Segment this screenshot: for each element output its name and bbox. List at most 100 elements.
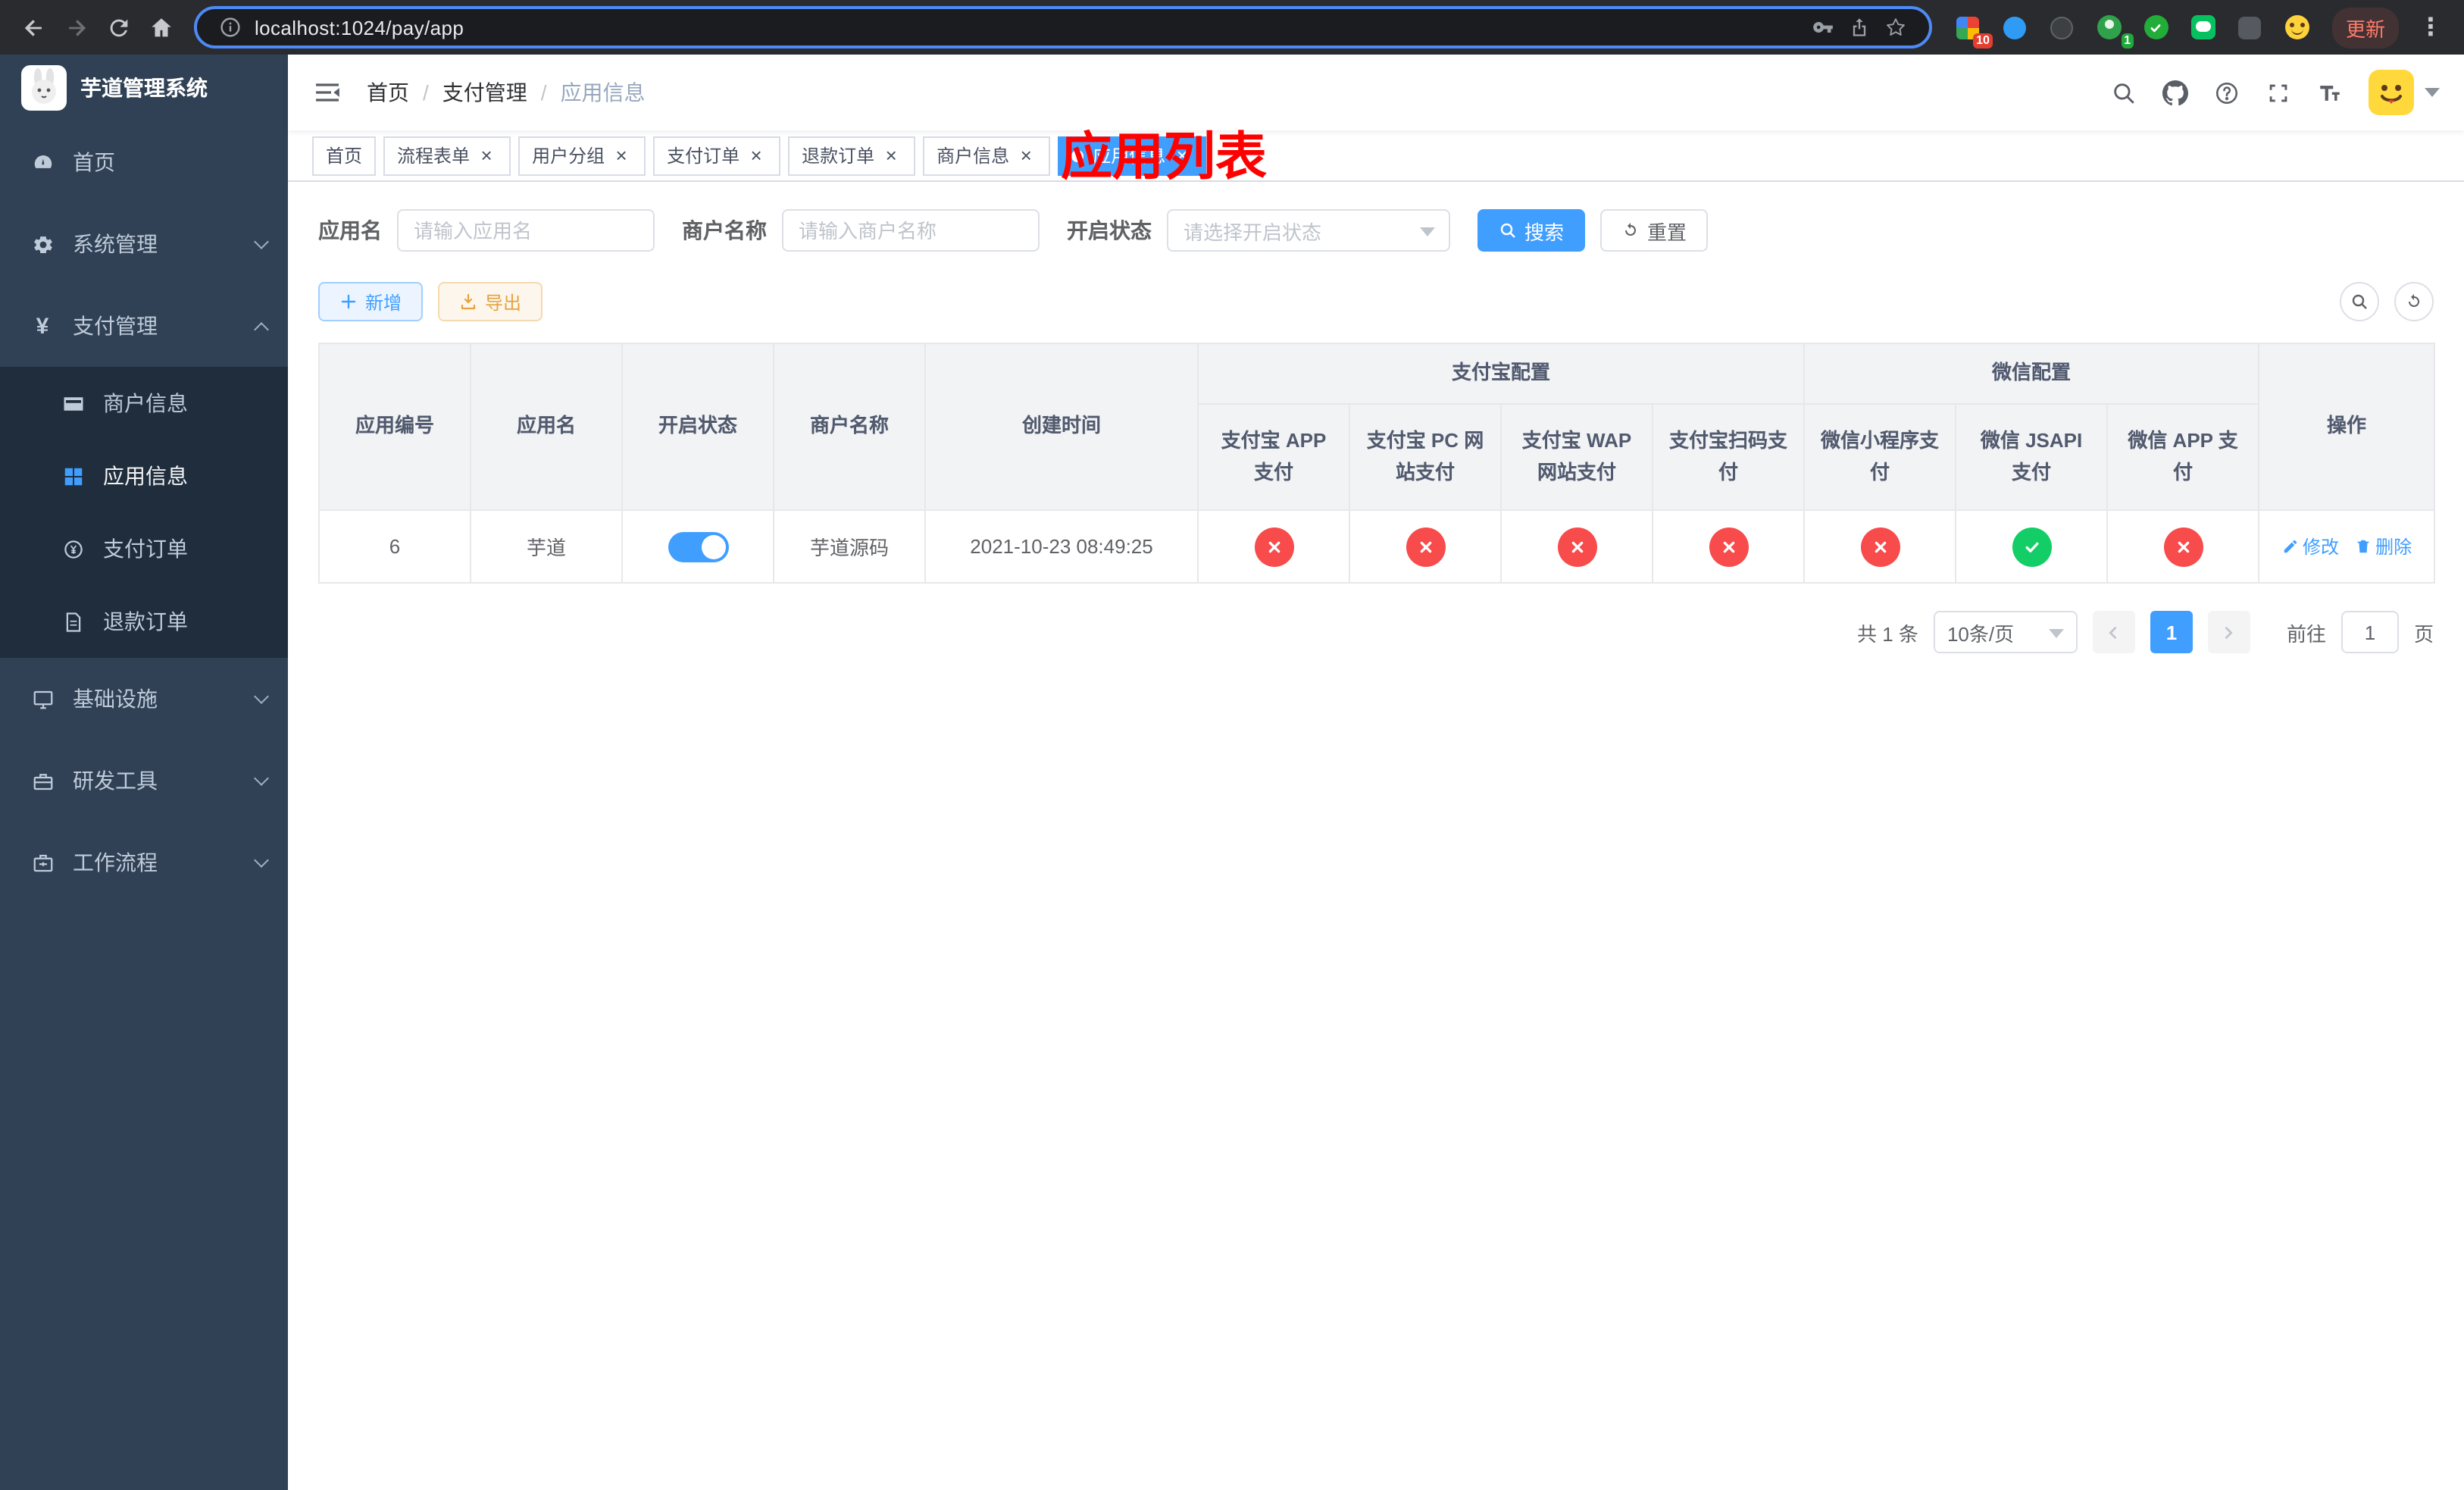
next-page-button[interactable] bbox=[2207, 611, 2250, 653]
status-select[interactable]: 请选择开启状态 bbox=[1167, 209, 1450, 252]
status-wechat-mini-icon bbox=[1860, 527, 1900, 566]
col-alipay-qr: 支付宝扫码支付 bbox=[1651, 403, 1806, 511]
search-icon[interactable] bbox=[2111, 80, 2137, 105]
extension-dark-icon[interactable] bbox=[2044, 9, 2081, 45]
export-button[interactable]: 导出 bbox=[438, 282, 543, 321]
bookmark-star-icon[interactable] bbox=[1885, 17, 1906, 38]
sidebar-item-pay-order[interactable]: 支付订单 bbox=[0, 512, 288, 585]
col-wechat-app: 微信 APP 支付 bbox=[2106, 403, 2260, 511]
prev-page-button[interactable] bbox=[2092, 611, 2135, 653]
page-size-select[interactable]: 10条/页 bbox=[1933, 611, 2078, 653]
fullscreen-icon[interactable] bbox=[2265, 80, 2291, 105]
tab-refund-order[interactable]: 退款订单 × bbox=[788, 136, 916, 175]
close-icon[interactable]: × bbox=[476, 145, 497, 166]
tab-home[interactable]: 首页 bbox=[312, 136, 377, 175]
refresh-icon[interactable] bbox=[2394, 282, 2434, 321]
site-info-icon[interactable] bbox=[220, 17, 241, 38]
address-bar[interactable]: localhost:1024/pay/app bbox=[194, 6, 1932, 49]
caret-down-icon bbox=[2425, 88, 2440, 97]
browser-update-button[interactable]: 更新 bbox=[2331, 7, 2399, 48]
font-size-icon[interactable] bbox=[2317, 80, 2343, 105]
logo-image bbox=[21, 65, 67, 111]
cell-app-id: 6 bbox=[318, 509, 471, 584]
close-icon[interactable]: × bbox=[746, 145, 767, 166]
gear-icon bbox=[30, 232, 55, 256]
col-app-id: 应用编号 bbox=[318, 343, 471, 511]
cell-created: 2021-10-23 08:49:25 bbox=[924, 509, 1199, 584]
sidebar-item-payment[interactable]: ¥ 支付管理 bbox=[0, 285, 288, 367]
col-merchant: 商户名称 bbox=[773, 343, 926, 511]
status-alipay-qr-icon bbox=[1709, 527, 1748, 566]
extension-check-icon[interactable] bbox=[2138, 9, 2175, 45]
delete-link[interactable]: 删除 bbox=[2354, 534, 2412, 559]
sidebar-item-workflow[interactable]: 工作流程 bbox=[0, 822, 288, 903]
tabs-bar: 首页 流程表单 × 用户分组 × 支付订单 × 退款订单 × 商户信息 × 应用… bbox=[288, 130, 2464, 182]
extension-emoji-icon[interactable] bbox=[2279, 9, 2315, 45]
status-label: 开启状态 bbox=[1067, 218, 1152, 243]
sidebar-item-infrastructure[interactable]: 基础设施 bbox=[0, 658, 288, 740]
col-wechat-jsapi: 微信 JSAPI 支付 bbox=[1955, 403, 2109, 511]
browser-menu-icon[interactable]: ⋮ bbox=[2409, 12, 2452, 42]
edit-link[interactable]: 修改 bbox=[2281, 534, 2339, 559]
app-logo[interactable]: 芋道管理系统 bbox=[0, 55, 288, 121]
home-icon[interactable] bbox=[139, 6, 182, 49]
sidebar-item-app-info[interactable]: 应用信息 bbox=[0, 440, 288, 512]
extension-avatar-icon[interactable]: 1 bbox=[2091, 9, 2134, 49]
back-icon[interactable] bbox=[12, 6, 55, 49]
reset-button[interactable]: 重置 bbox=[1600, 209, 1709, 252]
grid-icon bbox=[61, 464, 85, 488]
breadcrumb-item-home[interactable]: 首页 bbox=[367, 77, 409, 108]
extension-blue-icon[interactable] bbox=[1997, 9, 2034, 45]
pagination: 共 1 条 10条/页 1 前往 页 bbox=[318, 611, 2434, 653]
tab-merchant-info[interactable]: 商户信息 × bbox=[923, 136, 1051, 175]
chevron-down-icon bbox=[254, 234, 269, 249]
coin-yen-icon bbox=[61, 537, 85, 561]
enabled-toggle[interactable] bbox=[668, 531, 728, 562]
sidebar-item-devtools[interactable]: 研发工具 bbox=[0, 740, 288, 822]
briefcase-icon bbox=[30, 850, 55, 875]
breadcrumb-item-payment[interactable]: 支付管理 bbox=[442, 77, 527, 108]
sidebar-item-system[interactable]: 系统管理 bbox=[0, 203, 288, 285]
page-number-1[interactable]: 1 bbox=[2150, 611, 2193, 653]
help-icon[interactable] bbox=[2214, 80, 2240, 105]
close-icon[interactable]: × bbox=[611, 145, 632, 166]
tab-pay-order[interactable]: 支付订单 × bbox=[653, 136, 781, 175]
add-button[interactable]: 新增 bbox=[318, 282, 424, 321]
app-name-input[interactable] bbox=[397, 209, 655, 252]
reload-icon[interactable] bbox=[97, 6, 139, 49]
close-icon[interactable]: × bbox=[1015, 145, 1037, 166]
extension-wechat-icon[interactable] bbox=[2185, 9, 2222, 45]
chevron-down-icon bbox=[254, 853, 269, 868]
cell-merchant: 芋道源码 bbox=[773, 509, 926, 584]
col-status: 开启状态 bbox=[621, 343, 774, 511]
tab-process-form[interactable]: 流程表单 × bbox=[383, 136, 511, 175]
page-content: 应用名 商户名称 开启状态 请选择开启状态 bbox=[288, 182, 2464, 681]
bank-card-icon bbox=[61, 391, 85, 415]
toggle-search-icon[interactable] bbox=[2340, 282, 2379, 321]
tab-user-group[interactable]: 用户分组 × bbox=[518, 136, 646, 175]
filter-form: 应用名 商户名称 开启状态 请选择开启状态 bbox=[318, 209, 2434, 252]
status-wechat-app-icon bbox=[2163, 527, 2203, 566]
github-icon[interactable] bbox=[2162, 80, 2188, 105]
sidebar-item-merchant-info[interactable]: 商户信息 bbox=[0, 367, 288, 440]
password-key-icon[interactable] bbox=[1812, 17, 1834, 38]
goto-page-input[interactable] bbox=[2340, 611, 2399, 653]
sidebar-item-home[interactable]: 首页 bbox=[0, 121, 288, 203]
search-button[interactable]: 搜索 bbox=[1477, 209, 1586, 252]
extension-gray-icon[interactable] bbox=[2232, 9, 2269, 45]
sidebar-toggle-icon[interactable] bbox=[312, 77, 342, 108]
toolbox-icon bbox=[30, 768, 55, 793]
breadcrumb-item-current: 应用信息 bbox=[560, 80, 646, 105]
chevron-down-icon bbox=[2048, 629, 2064, 638]
share-icon[interactable] bbox=[1849, 17, 1870, 38]
sidebar-item-refund-order[interactable]: 退款订单 bbox=[0, 585, 288, 658]
close-icon[interactable]: × bbox=[880, 145, 902, 166]
yen-icon: ¥ bbox=[36, 313, 49, 339]
user-menu[interactable] bbox=[2369, 70, 2440, 115]
col-app-name: 应用名 bbox=[470, 343, 623, 511]
table-row: 6 芋道 芋道源码 2021-10-23 08:49:25 修改 删除 bbox=[318, 509, 2436, 584]
merchant-name-input[interactable] bbox=[782, 209, 1040, 252]
forward-icon[interactable] bbox=[55, 6, 97, 49]
extension-grid-icon[interactable]: 10 bbox=[1950, 9, 1993, 49]
table-toolbar: 新增 导出 bbox=[318, 282, 2434, 321]
